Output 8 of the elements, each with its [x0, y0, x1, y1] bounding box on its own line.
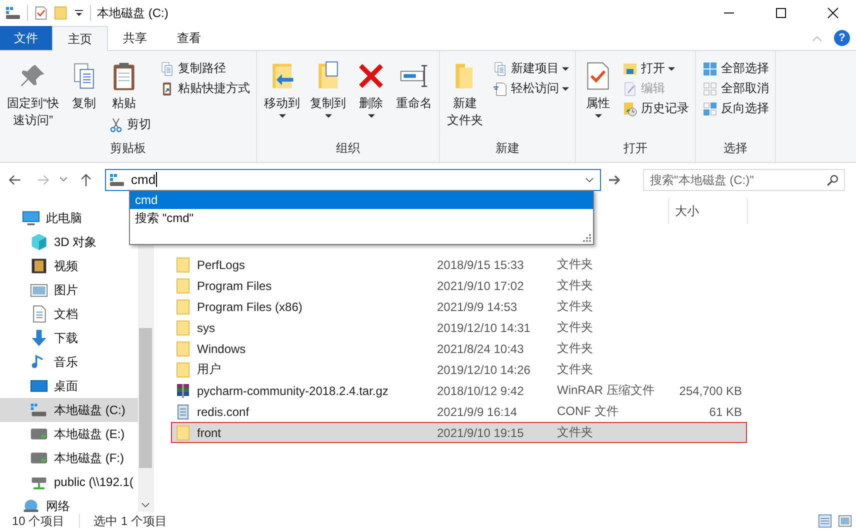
selection-count: 选中 1 个项目 — [94, 512, 168, 530]
ribbon-group-label: 打开 — [624, 140, 648, 157]
window-title: 本地磁盘 (C:) — [97, 4, 168, 22]
ribbon-group-label: 新建 — [496, 140, 520, 157]
ribbon-group-label: 选择 — [724, 140, 748, 157]
ribbon-group-label: 组织 — [336, 140, 360, 157]
ribbon-group-label: 剪贴板 — [110, 140, 146, 157]
item-count: 10 个项目 — [12, 512, 65, 530]
